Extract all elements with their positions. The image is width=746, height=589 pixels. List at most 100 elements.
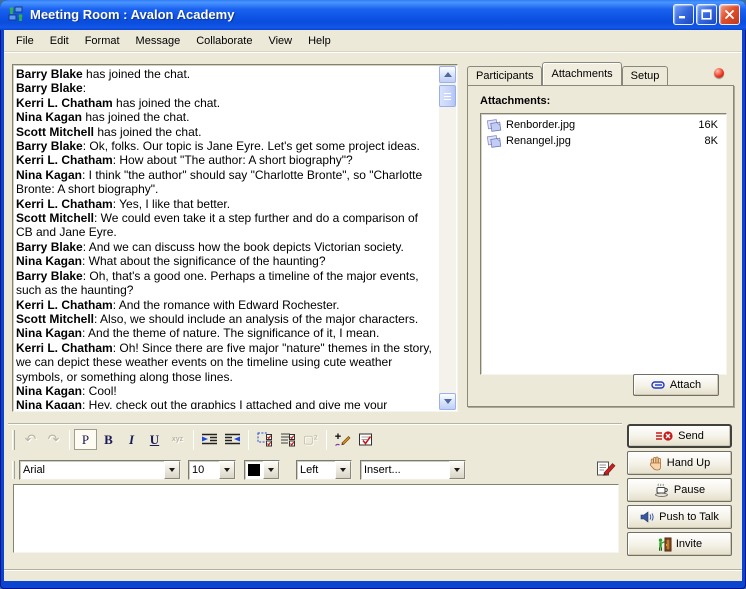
chat-author: Nina Kagan bbox=[16, 254, 82, 268]
minimize-button[interactable] bbox=[673, 4, 694, 25]
chat-log[interactable]: Barry Blake has joined the chat.Barry Bl… bbox=[16, 67, 437, 409]
send-button[interactable]: Send bbox=[627, 424, 732, 448]
hand-up-button-label: Hand Up bbox=[667, 457, 710, 469]
chat-author: Nina Kagan bbox=[16, 398, 82, 409]
tab-strip: ParticipantsAttachmentsSetup bbox=[467, 62, 668, 85]
title-bar[interactable]: Meeting Room : Avalon Academy bbox=[0, 0, 746, 30]
chat-author: Nina Kagan bbox=[16, 110, 82, 124]
maximize-button[interactable] bbox=[696, 4, 717, 25]
chat-message: Kerri L. Chatham: Yes, I like that bette… bbox=[16, 197, 437, 211]
status-led-icon bbox=[714, 68, 724, 78]
chat-text: has joined the chat. bbox=[94, 125, 201, 139]
chevron-down-icon[interactable] bbox=[164, 461, 180, 479]
attach-button[interactable]: Attach bbox=[633, 374, 719, 396]
attachment-row[interactable]: Renangel.jpg8K bbox=[483, 133, 724, 149]
chat-author: Kerri L. Chatham bbox=[16, 341, 113, 355]
menu-item-file[interactable]: File bbox=[8, 32, 42, 50]
paragraph-button[interactable]: P bbox=[74, 429, 97, 450]
chat-text: : Cool! bbox=[82, 384, 117, 398]
chat-scrollbar[interactable] bbox=[439, 66, 456, 410]
font-size-select[interactable]: 10 bbox=[188, 460, 236, 480]
tab-participants[interactable]: Participants bbox=[467, 66, 542, 85]
add-annotation-pen-icon[interactable] bbox=[331, 429, 354, 450]
bold-button[interactable]: B bbox=[97, 429, 120, 450]
pause-button-label: Pause bbox=[674, 484, 705, 496]
message-input[interactable] bbox=[14, 485, 618, 552]
chat-message: Scott Mitchell: Also, we should include … bbox=[16, 312, 437, 326]
close-button[interactable] bbox=[719, 4, 740, 25]
italic-button[interactable]: I bbox=[120, 429, 143, 450]
chat-message: Barry Blake: bbox=[16, 81, 437, 95]
push-to-talk-button-label: Push to Talk bbox=[659, 511, 719, 523]
chat-text: has joined the chat. bbox=[83, 67, 190, 81]
hand-up-button[interactable]: Hand Up bbox=[627, 451, 732, 475]
client-area: FileEditFormatMessageCollaborateViewHelp… bbox=[4, 30, 742, 581]
chevron-down-icon[interactable] bbox=[449, 461, 465, 479]
chat-text: : Also, we should include an analysis of… bbox=[94, 312, 418, 326]
app-window: Meeting Room : Avalon Academy FileEditFo… bbox=[0, 0, 746, 589]
tab-setup[interactable]: Setup bbox=[622, 66, 669, 85]
color-swatch bbox=[248, 464, 260, 476]
scroll-down-icon[interactable] bbox=[439, 393, 456, 410]
attachments-heading: Attachments: bbox=[480, 95, 550, 107]
chat-message: Nina Kagan: Hey, check out the graphics … bbox=[16, 398, 437, 409]
insert-value: Insert... bbox=[361, 461, 449, 479]
font-color-select[interactable] bbox=[244, 460, 280, 480]
menu-item-format[interactable]: Format bbox=[77, 32, 128, 50]
toolbar-grip-icon[interactable] bbox=[12, 461, 15, 479]
chat-message: Nina Kagan: What about the significance … bbox=[16, 254, 437, 268]
chat-text: : What about the significance of the hau… bbox=[82, 254, 326, 268]
menu-item-view[interactable]: View bbox=[260, 32, 300, 50]
menu-item-help[interactable]: Help bbox=[300, 32, 339, 50]
invite-button[interactable]: Invite bbox=[627, 532, 732, 556]
chat-text: : And the romance with Edward Rochester. bbox=[113, 298, 340, 312]
attachment-file-list[interactable]: Renborder.jpg16K Renangel.jpg8K bbox=[480, 113, 727, 375]
chat-message: Kerri L. Chatham: And the romance with E… bbox=[16, 298, 437, 312]
chat-message: Nina Kagan: I think "the author" should … bbox=[16, 168, 437, 197]
chevron-down-icon[interactable] bbox=[219, 461, 235, 479]
chat-author: Nina Kagan bbox=[16, 168, 82, 182]
speaker-icon bbox=[640, 511, 655, 523]
edit-note-icon[interactable] bbox=[596, 460, 616, 477]
chat-text: : Yes, I like that better. bbox=[113, 197, 230, 211]
clear-marks-icon: ▢² bbox=[299, 429, 322, 450]
font-family-select[interactable]: Arial bbox=[19, 460, 181, 480]
push-to-talk-button[interactable]: Push to Talk bbox=[627, 505, 732, 529]
chat-message: Kerri L. Chatham: How about "The author:… bbox=[16, 153, 437, 167]
chat-author: Kerri L. Chatham bbox=[16, 298, 113, 312]
indent-decrease-icon[interactable] bbox=[221, 429, 244, 450]
chat-author: Barry Blake bbox=[16, 240, 83, 254]
indent-increase-icon[interactable] bbox=[198, 429, 221, 450]
menu-item-edit[interactable]: Edit bbox=[42, 32, 77, 50]
chat-author: Kerri L. Chatham bbox=[16, 153, 113, 167]
attachments-panel: Attachments: Renborder.jpg16K Renangel.j… bbox=[467, 85, 734, 407]
scrollbar-thumb[interactable] bbox=[439, 85, 456, 107]
window-title: Meeting Room : Avalon Academy bbox=[30, 7, 671, 22]
chat-text: has joined the chat. bbox=[113, 96, 220, 110]
underline-button[interactable]: U bbox=[143, 429, 166, 450]
menu-item-collaborate[interactable]: Collaborate bbox=[188, 32, 260, 50]
toolbar-separator bbox=[69, 430, 70, 450]
spell-check-icon[interactable] bbox=[354, 429, 377, 450]
font-family-value: Arial bbox=[20, 461, 164, 479]
chevron-down-icon[interactable] bbox=[263, 461, 279, 479]
insert-select[interactable]: Insert... bbox=[360, 460, 466, 480]
chat-message: Scott Mitchell has joined the chat. bbox=[16, 125, 437, 139]
chat-author: Nina Kagan bbox=[16, 384, 82, 398]
chat-message: Nina Kagan has joined the chat. bbox=[16, 110, 437, 124]
pause-button[interactable]: Pause bbox=[627, 478, 732, 502]
alignment-select[interactable]: Left bbox=[296, 460, 352, 480]
chat-message: Kerri L. Chatham has joined the chat. bbox=[16, 96, 437, 110]
scroll-up-icon[interactable] bbox=[439, 66, 456, 83]
attachment-row[interactable]: Renborder.jpg16K bbox=[483, 117, 724, 133]
chat-text: : Ok, folks. Our topic is Jane Eyre. Let… bbox=[83, 139, 420, 153]
menu-item-message[interactable]: Message bbox=[128, 32, 189, 50]
list-marks-icon[interactable] bbox=[276, 429, 299, 450]
chat-message: Kerri L. Chatham: Oh! Since there are fi… bbox=[16, 341, 437, 384]
tab-attachments[interactable]: Attachments bbox=[542, 62, 621, 85]
toolbar-grip-icon[interactable] bbox=[12, 430, 15, 450]
chevron-down-icon[interactable] bbox=[335, 461, 351, 479]
chat-message: Barry Blake: Ok, folks. Our topic is Jan… bbox=[16, 139, 437, 153]
select-marks-icon[interactable] bbox=[253, 429, 276, 450]
toolbar-separator bbox=[248, 430, 249, 450]
